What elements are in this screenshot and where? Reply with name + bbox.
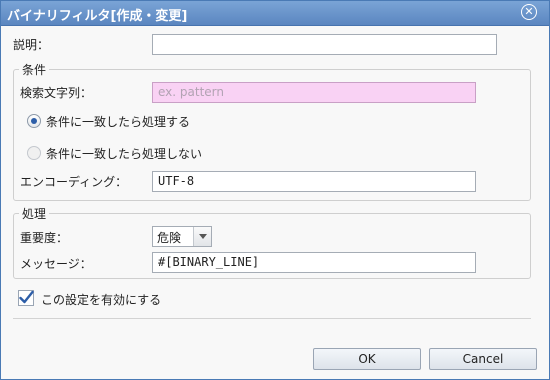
description-label: 説明：	[13, 38, 50, 52]
radio-process-if-match-label[interactable]: 条件に一致したら処理する	[46, 113, 190, 130]
binary-filter-dialog: バイナリフィルタ[作成・変更] ✕ 説明： 条件 検索文字列： ex. patt…	[0, 0, 550, 380]
radio-process-if-not-match-label[interactable]: 条件に一致したら処理しない	[46, 145, 202, 162]
enable-checkbox[interactable]	[18, 290, 34, 306]
ok-button[interactable]: OK	[313, 348, 421, 370]
message-input[interactable]: #[BINARY_LINE]	[152, 252, 476, 273]
search-string-input[interactable]: ex. pattern	[152, 82, 476, 103]
search-string-label: 検索文字列：	[20, 86, 93, 100]
divider	[13, 318, 531, 319]
priority-selected-value: 危険	[157, 231, 182, 245]
cancel-button[interactable]: Cancel	[429, 348, 537, 370]
priority-select[interactable]: 危険	[152, 226, 212, 247]
dialog-title: バイナリフィルタ[作成・変更]	[7, 9, 188, 24]
close-icon[interactable]: ✕	[521, 4, 537, 20]
encoding-input[interactable]: UTF-8	[152, 171, 476, 192]
processing-legend: 処理	[19, 205, 50, 222]
enable-label[interactable]: この設定を有効にする	[41, 291, 161, 308]
dialog-titlebar[interactable]: バイナリフィルタ[作成・変更] ✕	[1, 1, 549, 26]
chevron-down-icon[interactable]	[193, 227, 211, 246]
description-input[interactable]	[152, 34, 497, 55]
condition-legend: 条件	[19, 61, 50, 78]
message-label: メッセージ：	[20, 257, 92, 271]
radio-process-if-not-match[interactable]	[27, 146, 41, 160]
search-string-placeholder: ex. pattern	[158, 85, 224, 99]
radio-process-if-match[interactable]	[27, 114, 41, 128]
encoding-label: エンコーディング：	[20, 175, 128, 189]
priority-label: 重要度：	[20, 231, 69, 245]
